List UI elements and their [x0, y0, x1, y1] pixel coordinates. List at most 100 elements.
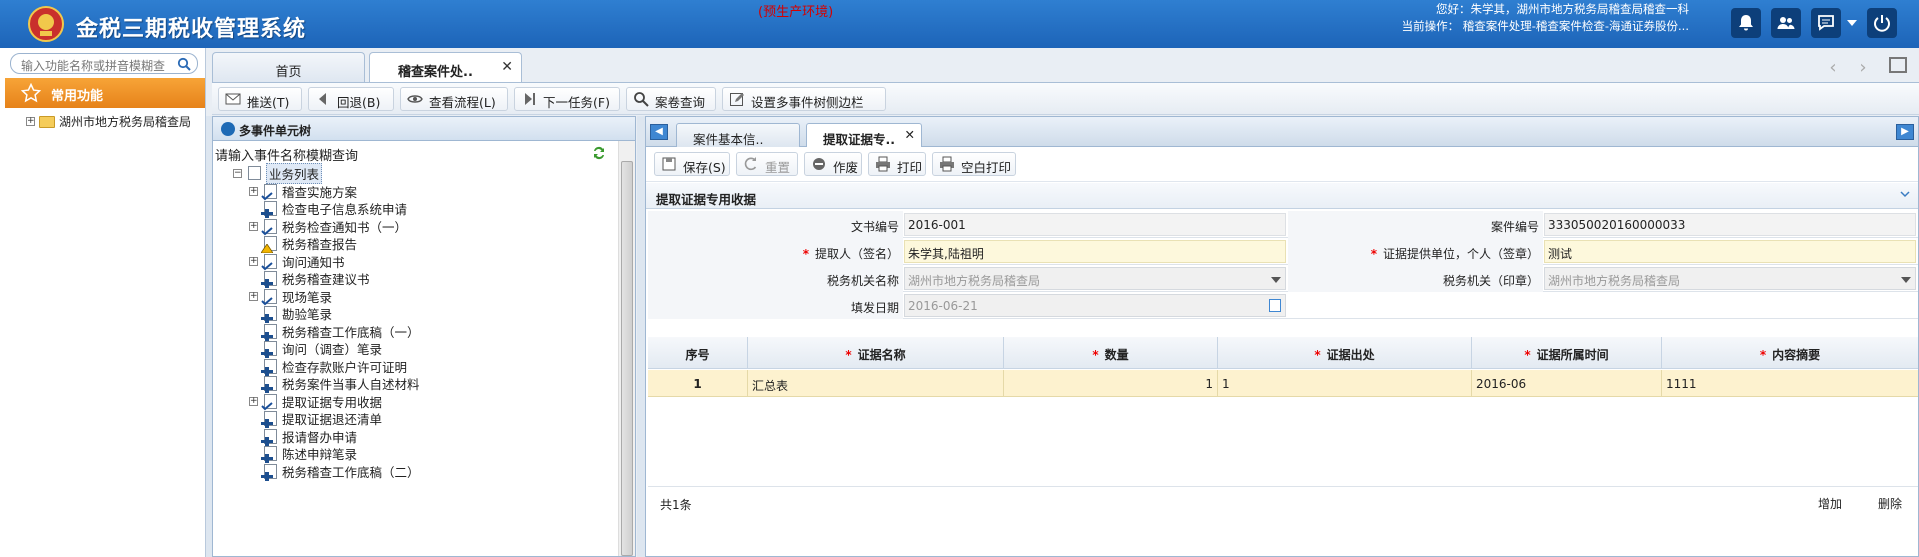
blank-print-button[interactable]: 空白打印 [932, 152, 1016, 176]
chevron-down-icon[interactable] [1900, 189, 1910, 199]
print-button[interactable]: 打印 [868, 152, 926, 176]
expand-icon[interactable]: + [249, 291, 258, 301]
dropdown-arrow-icon[interactable] [1271, 277, 1281, 283]
reset-button[interactable]: 重置 [736, 152, 798, 176]
save-button[interactable]: 保存(S) [654, 152, 730, 176]
provider-field[interactable]: 测试 [1544, 240, 1916, 263]
nav-tree-root-label: 湖州市地方税务局稽查局 [59, 115, 192, 129]
expand-icon[interactable]: + [26, 117, 35, 126]
add-row-button[interactable]: 增加 [1818, 495, 1842, 512]
collapse-left-icon[interactable]: ◀ [650, 124, 668, 140]
col-evidence-name-label: 证据名称 [857, 348, 906, 362]
table-row[interactable]: 1 汇总表 1 1 2016-06 1111 [648, 370, 1918, 397]
tab-scroll-right-icon[interactable]: › [1852, 57, 1874, 79]
next-icon [525, 93, 535, 105]
next-task-label: 下一任务(F) [543, 95, 610, 110]
search-placeholder: 输入功能名称或拼音模糊查 [21, 59, 166, 73]
close-icon[interactable]: ✕ [905, 127, 915, 142]
form-toolbar: 保存(S) 重置 作废 打印 空白打印 [646, 148, 1918, 182]
chevron-down-icon[interactable] [1847, 20, 1857, 26]
document-check-icon [261, 218, 277, 235]
extractor-field[interactable]: 朱学其,陆祖明 [904, 240, 1286, 263]
favorites-header[interactable]: 常用功能 [5, 78, 205, 108]
next-task-button[interactable]: 下一任务(F) [514, 87, 620, 111]
calendar-icon[interactable] [1269, 299, 1281, 312]
section-header[interactable]: 提取证据专用收据 [646, 183, 1918, 209]
set-sidebar-label: 设置多事件树侧边栏 [751, 95, 864, 110]
cell-time[interactable]: 2016-06 [1472, 370, 1662, 397]
issue-date-field[interactable]: 2016-06-21 [904, 294, 1286, 317]
dropdown-arrow-icon[interactable] [1901, 277, 1911, 283]
form-row-tax-org: 税务机关名称 湖州市地方税务局稽查局 税务机关（印章） 湖州市地方税务局稽查局 [648, 265, 1918, 292]
col-seq[interactable]: 序号 [648, 337, 748, 369]
collapse-icon[interactable]: − [233, 168, 242, 178]
document-check-icon [261, 183, 277, 200]
tree-root-business-list[interactable]: − 业务列表 [233, 162, 323, 184]
function-search-input[interactable]: 输入功能名称或拼音模糊查 [10, 53, 198, 74]
scrollbar-thumb[interactable] [621, 161, 633, 556]
col-evidence-name[interactable]: * 证据名称 [748, 337, 1004, 369]
expand-icon[interactable]: + [249, 396, 258, 406]
event-filter-input[interactable]: 请输入事件名称模糊查询 [215, 145, 358, 164]
document-check-icon [261, 288, 277, 305]
print-label: 打印 [897, 160, 923, 175]
issue-date-label: 填发日期 [648, 292, 903, 319]
printer-icon [876, 156, 890, 172]
col-time-label: 证据所属时间 [1536, 348, 1609, 362]
document-add-icon [261, 323, 277, 341]
users-icon[interactable] [1771, 8, 1801, 38]
bell-icon[interactable] [1731, 8, 1761, 38]
refresh-icon[interactable] [591, 145, 607, 161]
document-check-icon [261, 253, 277, 270]
tax-org-value: 湖州市地方税务局稽查局 [908, 274, 1041, 288]
maximize-icon[interactable] [1889, 57, 1907, 73]
power-icon[interactable] [1867, 8, 1897, 38]
collapse-right-icon[interactable]: ▶ [1896, 124, 1914, 140]
nav-tree-root[interactable]: + 湖州市地方税务局稽查局 [26, 113, 191, 130]
event-tree-header: 多事件单元树 [213, 117, 635, 141]
expand-icon[interactable]: + [249, 221, 258, 231]
tree-item[interactable]: +税务稽查工作底稿（二） [249, 461, 420, 481]
case-query-button[interactable]: 案卷查询 [626, 87, 716, 111]
expand-icon[interactable]: + [249, 256, 258, 266]
col-source[interactable]: * 证据出处 [1218, 337, 1472, 369]
tax-seal-select[interactable]: 湖州市地方税务局稽查局 [1544, 267, 1916, 290]
col-summary[interactable]: * 内容摘要 [1662, 337, 1918, 369]
tab-scroll-left-icon[interactable]: ‹ [1822, 57, 1844, 79]
tab-case-basic-info[interactable]: 案件基本信.. [676, 123, 800, 147]
reset-label: 重置 [765, 160, 791, 175]
delete-row-button[interactable]: 删除 [1878, 495, 1902, 512]
void-button[interactable]: 作废 [804, 152, 862, 176]
tab-case-processing[interactable]: 稽查案件处.. ✕ [369, 52, 522, 82]
document-add-icon [261, 271, 277, 288]
tab-evidence-receipt[interactable]: 提取证据专.. ✕ [806, 123, 922, 147]
left-splitter[interactable] [206, 116, 212, 557]
col-source-label: 证据出处 [1326, 348, 1375, 362]
tab-home[interactable]: 首页 [212, 52, 365, 82]
col-time[interactable]: * 证据所属时间 [1472, 337, 1662, 369]
chat-icon[interactable] [1811, 8, 1841, 38]
close-icon[interactable]: ✕ [501, 59, 513, 75]
cell-seq[interactable]: 1 [648, 370, 748, 397]
view-flow-button[interactable]: 查看流程(L) [400, 87, 508, 111]
blank-print-label: 空白打印 [961, 160, 1012, 175]
set-sidebar-button[interactable]: 设置多事件树侧边栏 [722, 87, 886, 111]
doc-no-field[interactable]: 2016-001 [904, 213, 1286, 236]
expand-icon[interactable]: + [249, 186, 258, 196]
col-quantity[interactable]: * 数量 [1004, 337, 1218, 369]
search-icon[interactable] [177, 57, 191, 71]
cell-source[interactable]: 1 [1218, 370, 1472, 397]
cell-quantity[interactable]: 1 [1004, 370, 1218, 397]
tax-seal-value: 湖州市地方税务局稽查局 [1548, 274, 1681, 288]
tree-scrollbar[interactable] [618, 141, 635, 556]
tree-item-label: 税务稽查工作底稿（二） [282, 464, 420, 480]
tax-org-select[interactable]: 湖州市地方税务局稽查局 [904, 267, 1286, 290]
cell-evidence-name[interactable]: 汇总表 [748, 370, 1004, 397]
case-no-field[interactable]: 333050020160000033 [1544, 213, 1916, 236]
printer-icon [940, 156, 954, 172]
back-button[interactable]: 回退(B) [308, 87, 394, 111]
push-button[interactable]: 推送(T) [218, 87, 302, 111]
cell-summary[interactable]: 1111 [1662, 370, 1918, 397]
main-toolbar: 推送(T) 回退(B) 查看流程(L) 下一任务(F) 案卷查询 设置多事件树侧… [212, 82, 1919, 115]
mid-splitter[interactable] [637, 116, 645, 557]
